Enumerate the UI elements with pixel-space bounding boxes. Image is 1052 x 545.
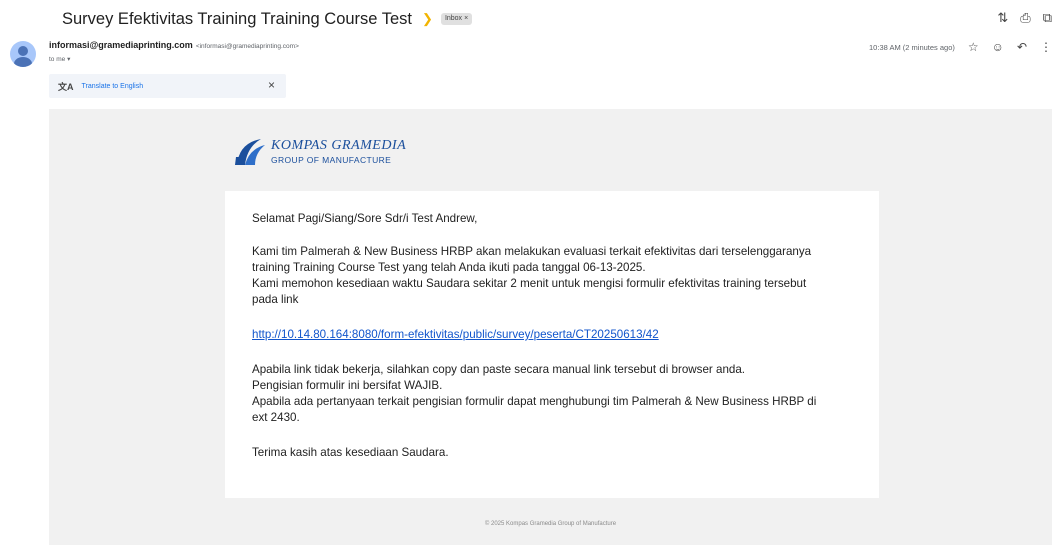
top-actions: ⇅ ⎙ ⧉: [997, 10, 1052, 26]
greeting-text: Selamat Pagi/Siang/Sore Sdr/i Test Andre…: [252, 212, 478, 225]
star-icon[interactable]: ☆: [968, 40, 979, 54]
body-line-6: Pengisian formulir ini bersifat WAJIB.: [252, 379, 443, 392]
closing-text: Terima kasih atas kesediaan Saudara.: [252, 446, 449, 459]
email-footer: © 2025 Kompas Gramedia Group of Manufact…: [484, 521, 617, 527]
translate-icon: 文A: [58, 81, 74, 92]
body-line-2: training Training Course Test yang telah…: [252, 261, 646, 274]
remove-label-icon[interactable]: ×: [464, 15, 468, 22]
chevron-down-icon: ▾: [67, 56, 71, 63]
kompas-gramedia-logo-icon: [235, 139, 265, 165]
survey-link[interactable]: http://10.14.80.164:8080/form-efektivita…: [252, 328, 659, 341]
translate-to-english-link[interactable]: Translate to English: [82, 83, 144, 90]
inbox-label-text: Inbox: [444, 15, 463, 22]
survey-link-line: http://10.14.80.164:8080/form-efektivita…: [252, 327, 862, 343]
sender-avatar[interactable]: [10, 41, 36, 67]
sender-name[interactable]: informasi@gramediaprinting.com: [49, 40, 193, 50]
avatar-body: [14, 57, 32, 67]
translate-bar: 文A Translate to English ×: [49, 74, 286, 98]
body-line-3: Kami memohon kesediaan waktu Saudara sek…: [252, 277, 807, 290]
body-line-1: Kami tim Palmerah & New Business HRBP ak…: [252, 245, 812, 258]
email-body-canvas: KOMPAS GRAMEDIA GROUP OF MANUFACTURE Sel…: [49, 109, 1052, 545]
body-line-5: Apabila link tidak bekerja, silahkan cop…: [252, 363, 746, 376]
logo-title: KOMPAS GRAMEDIA: [271, 138, 407, 154]
logo-subtitle: GROUP OF MANUFACTURE: [271, 155, 392, 166]
email-subject: Survey Efektivitas Training Training Cou…: [62, 9, 413, 28]
subject-row: Survey Efektivitas Training Training Cou…: [62, 8, 473, 30]
logo-text: KOMPAS GRAMEDIA GROUP OF MANUFACTURE: [271, 139, 406, 165]
inbox-label-badge[interactable]: Inbox ×: [440, 13, 473, 25]
open-new-window-icon[interactable]: ⧉: [1043, 10, 1052, 26]
reply-icon[interactable]: ↶: [1017, 40, 1027, 54]
importance-marker-icon[interactable]: ❯: [422, 11, 433, 27]
print-icon[interactable]: ⎙: [1020, 10, 1030, 26]
emoji-reaction-icon[interactable]: ☺: [992, 40, 1004, 54]
message-time: 10:38 AM (2 minutes ago): [869, 42, 955, 52]
sender-email: <informasi@gramediaprinting.com>: [195, 43, 299, 50]
body-line-7: Apabila ada pertanyaan terkait pengisian…: [252, 395, 817, 408]
close-translate-icon[interactable]: ×: [268, 78, 275, 92]
company-logo: KOMPAS GRAMEDIA GROUP OF MANUFACTURE: [233, 135, 406, 169]
email-content-card: Selamat Pagi/Siang/Sore Sdr/i Test Andre…: [225, 191, 879, 498]
message-meta: 10:38 AM (2 minutes ago) ☆ ☺ ↶ ⋮: [869, 40, 1052, 54]
avatar-head: [18, 46, 28, 56]
recipient-label: to me: [49, 56, 66, 63]
body-line-8: ext 2430.: [252, 411, 300, 424]
sender-row: informasi@gramediaprinting.com <informas…: [49, 40, 299, 50]
more-options-icon[interactable]: ⋮: [1040, 40, 1052, 54]
body-line-4: pada link: [252, 293, 299, 306]
recipient-dropdown[interactable]: to me ▾: [49, 55, 70, 63]
collapse-icon[interactable]: ⇅: [997, 10, 1008, 26]
